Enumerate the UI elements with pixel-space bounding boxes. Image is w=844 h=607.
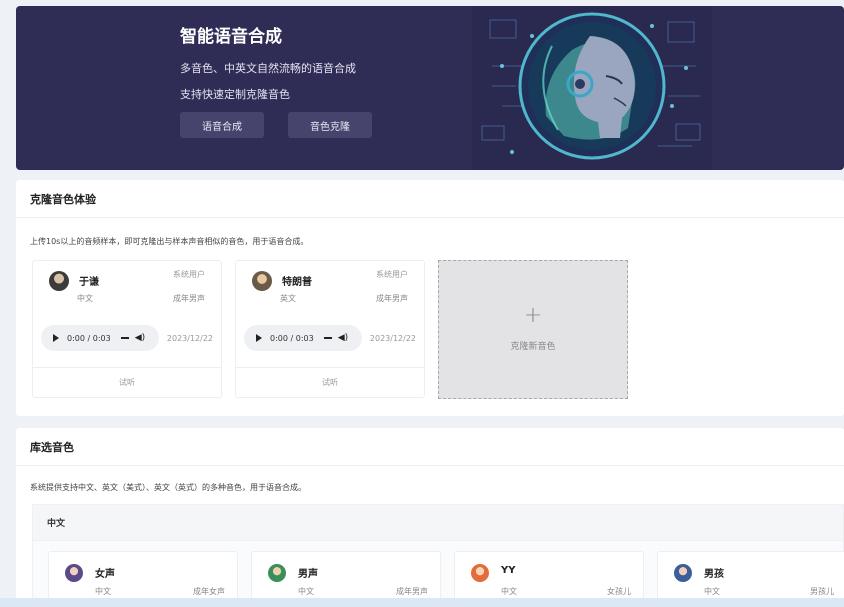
progress-bar[interactable] bbox=[120, 337, 129, 339]
avatar bbox=[252, 271, 272, 291]
hero-subtitle-2: 支持快速定制克隆音色 bbox=[180, 88, 290, 101]
clone-new-voice-button[interactable]: + 克隆新音色 bbox=[438, 260, 628, 399]
play-icon[interactable] bbox=[256, 334, 262, 342]
bottom-scroll-strip bbox=[0, 598, 844, 607]
voice-language: 英文 bbox=[280, 294, 296, 303]
clone-voice-section: 克隆音色体验 上传10s以上的音频样本，即可克隆出与样本声音相似的音色，用于语音… bbox=[16, 180, 844, 416]
preview-button[interactable]: 试听 bbox=[33, 367, 221, 397]
voice-card: 特朗普 系统用户 英文 成年男声 0:00 / 0:03 ◀) 2023/12/… bbox=[235, 260, 425, 398]
avatar bbox=[49, 271, 69, 291]
hero-banner: 智能语音合成 多音色、中英文自然流畅的语音合成 支持快速定制克隆音色 语音合成 … bbox=[16, 6, 844, 170]
library-section-title: 库选音色 bbox=[16, 428, 844, 466]
clone-section-title: 克隆音色体验 bbox=[16, 180, 844, 218]
voice-name: 男声 bbox=[298, 569, 318, 580]
voice-language: 中文 bbox=[298, 587, 314, 596]
voice-date: 2023/12/22 bbox=[166, 334, 213, 343]
volume-icon[interactable]: ◀) bbox=[338, 333, 348, 343]
voice-gender: 男孩儿 bbox=[810, 587, 834, 596]
voice-gender: 成年男声 bbox=[376, 294, 408, 303]
voice-name: 特朗普 bbox=[282, 277, 312, 288]
library-voice-section: 库选音色 系统提供支持中文、英文（美式）、英文（英式）的多种音色，用于语音合成。… bbox=[16, 428, 844, 607]
voice-gender: 成年男声 bbox=[396, 587, 428, 596]
voice-name: 于谦 bbox=[79, 277, 99, 288]
avatar bbox=[471, 564, 489, 582]
clone-section-desc: 上传10s以上的音频样本，即可克隆出与样本声音相似的音色，用于语音合成。 bbox=[30, 237, 309, 246]
tts-button[interactable]: 语音合成 bbox=[180, 112, 264, 138]
audio-time: 0:00 / 0:03 bbox=[67, 333, 111, 343]
ai-robot-head-illustration bbox=[472, 6, 712, 170]
language-group-chinese: 中文 女声 中文 成年女声 男声 中文 成年男声 YY 中文 女孩儿 男孩 中文… bbox=[32, 504, 844, 607]
voice-language: 中文 bbox=[77, 294, 93, 303]
voice-name: 女声 bbox=[95, 569, 115, 580]
hero-title: 智能语音合成 bbox=[180, 27, 282, 47]
library-section-desc: 系统提供支持中文、英文（美式）、英文（英式）的多种音色，用于语音合成。 bbox=[30, 483, 306, 492]
voice-clone-button[interactable]: 音色克隆 bbox=[288, 112, 372, 138]
clone-new-voice-label: 克隆新音色 bbox=[510, 342, 556, 352]
plus-icon: + bbox=[523, 303, 543, 328]
voice-owner-tag: 系统用户 bbox=[173, 270, 205, 279]
voice-gender: 成年女声 bbox=[193, 587, 225, 596]
preview-button[interactable]: 试听 bbox=[236, 367, 424, 397]
play-icon[interactable] bbox=[53, 334, 59, 342]
avatar bbox=[674, 564, 692, 582]
audio-player[interactable]: 0:00 / 0:03 ◀) bbox=[244, 325, 362, 351]
voice-card: 于谦 系统用户 中文 成年男声 0:00 / 0:03 ◀) 2023/12/2… bbox=[32, 260, 222, 398]
voice-name: YY bbox=[501, 565, 516, 576]
voice-language: 中文 bbox=[95, 587, 111, 596]
voice-language: 中文 bbox=[501, 587, 517, 596]
audio-player[interactable]: 0:00 / 0:03 ◀) bbox=[41, 325, 159, 351]
voice-language: 中文 bbox=[704, 587, 720, 596]
avatar bbox=[65, 564, 83, 582]
audio-time: 0:00 / 0:03 bbox=[270, 333, 314, 343]
voice-gender: 成年男声 bbox=[173, 294, 205, 303]
voice-date: 2023/12/22 bbox=[369, 334, 416, 343]
progress-bar[interactable] bbox=[323, 337, 332, 339]
hero-subtitle: 多音色、中英文自然流畅的语音合成 bbox=[180, 62, 356, 75]
voice-owner-tag: 系统用户 bbox=[376, 270, 408, 279]
avatar bbox=[268, 564, 286, 582]
volume-icon[interactable]: ◀) bbox=[135, 333, 145, 343]
language-group-title[interactable]: 中文 bbox=[33, 505, 843, 541]
voice-name: 男孩 bbox=[704, 569, 724, 580]
voice-gender: 女孩儿 bbox=[607, 587, 631, 596]
